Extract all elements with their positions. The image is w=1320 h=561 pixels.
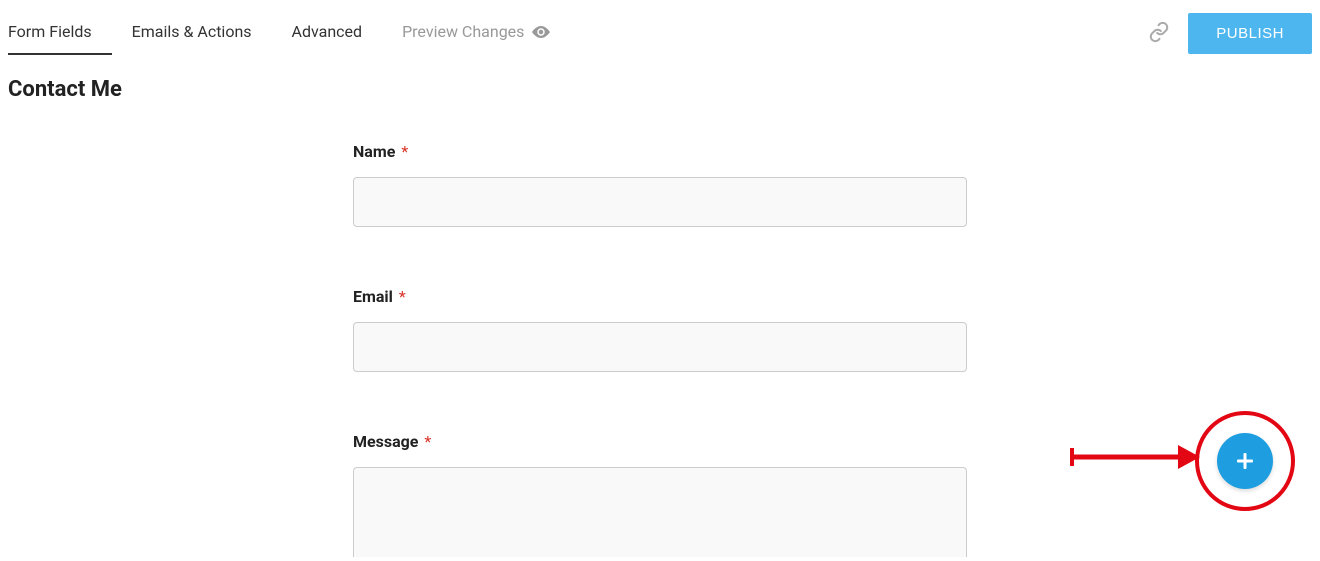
tab-preview-label: Preview Changes: [402, 22, 524, 41]
label-text: Email: [353, 287, 393, 306]
publish-button[interactable]: PUBLISH: [1188, 13, 1312, 54]
field-message-label: Message *: [353, 432, 967, 451]
tab-emails-actions[interactable]: Emails & Actions: [132, 12, 272, 55]
field-message: Message *: [353, 432, 967, 561]
plus-icon: [1235, 451, 1255, 471]
required-marker: *: [401, 142, 408, 161]
form-area: Name * Email * Message *: [353, 142, 967, 561]
field-email-label: Email *: [353, 287, 967, 306]
required-marker: *: [399, 287, 406, 306]
link-icon[interactable]: [1148, 21, 1170, 47]
annotation-arrow: [1070, 441, 1200, 477]
message-input[interactable]: [353, 467, 967, 557]
tab-form-fields[interactable]: Form Fields: [8, 12, 112, 55]
email-input[interactable]: [353, 322, 967, 372]
header-bar: Form Fields Emails & Actions Advanced Pr…: [0, 0, 1320, 55]
label-text: Message: [353, 432, 418, 451]
eye-icon: [532, 26, 550, 38]
field-name: Name *: [353, 142, 967, 227]
label-text: Name: [353, 142, 395, 161]
fab-annotation-container: [1195, 411, 1295, 511]
page-title: Contact Me: [0, 55, 1320, 102]
add-field-button[interactable]: [1217, 433, 1273, 489]
name-input[interactable]: [353, 177, 967, 227]
field-email: Email *: [353, 287, 967, 372]
required-marker: *: [424, 432, 431, 451]
tab-advanced[interactable]: Advanced: [292, 12, 383, 55]
field-name-label: Name *: [353, 142, 967, 161]
header-actions: PUBLISH: [1148, 13, 1312, 54]
tab-preview-changes[interactable]: Preview Changes: [402, 12, 570, 55]
tabs: Form Fields Emails & Actions Advanced Pr…: [8, 12, 590, 55]
